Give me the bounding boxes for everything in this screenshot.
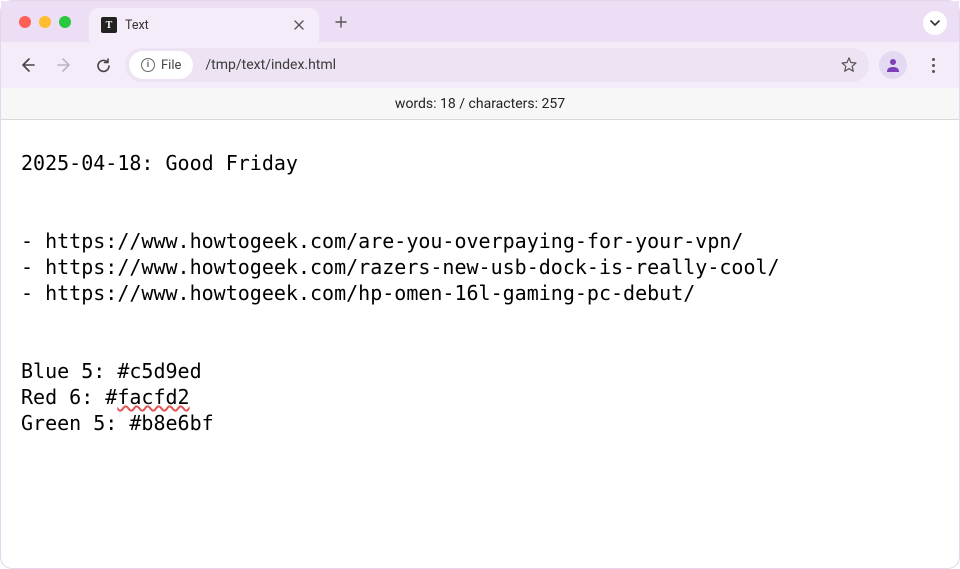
words-value: 18 bbox=[440, 96, 456, 112]
words-label: words: bbox=[395, 96, 437, 112]
bookmark-button[interactable] bbox=[833, 49, 865, 81]
window-close-button[interactable] bbox=[19, 16, 31, 28]
dot-icon bbox=[932, 58, 935, 61]
address-bar[interactable]: i File /tmp/text/index.html bbox=[125, 48, 869, 82]
doc-heading: 2025-04-18: Good Friday bbox=[21, 151, 298, 175]
reload-icon bbox=[95, 57, 112, 74]
tab-close-button[interactable] bbox=[291, 17, 307, 33]
reload-button[interactable] bbox=[87, 49, 119, 81]
new-tab-button[interactable] bbox=[327, 8, 355, 36]
close-icon bbox=[294, 20, 304, 30]
menu-button[interactable] bbox=[917, 49, 949, 81]
scheme-label: File bbox=[161, 58, 181, 73]
doc-link-line: - https://www.howtogeek.com/are-you-over… bbox=[21, 229, 743, 253]
tab-strip: T Text bbox=[1, 1, 959, 42]
browser-chrome: T Text i File /tmp/text/index.htm bbox=[1, 1, 959, 88]
doc-color-line: Red 6: #facfd2 bbox=[21, 385, 190, 409]
arrow-left-icon bbox=[18, 56, 36, 74]
toolbar: i File /tmp/text/index.html bbox=[1, 42, 959, 88]
tab-favicon-icon: T bbox=[101, 17, 117, 33]
traffic-lights bbox=[9, 1, 89, 42]
doc-color-line: Green 5: #b8e6bf bbox=[21, 411, 214, 435]
dot-icon bbox=[932, 64, 935, 67]
chars-label: characters: bbox=[469, 96, 538, 112]
forward-button[interactable] bbox=[49, 49, 81, 81]
profile-button[interactable] bbox=[879, 51, 907, 79]
window-maximize-button[interactable] bbox=[59, 16, 71, 28]
site-info-chip[interactable]: i File bbox=[129, 51, 193, 79]
chars-value: 257 bbox=[541, 96, 565, 112]
document-content[interactable]: 2025-04-18: Good Friday - https://www.ho… bbox=[1, 120, 959, 466]
window-minimize-button[interactable] bbox=[39, 16, 51, 28]
doc-color-line: Blue 5: #c5d9ed bbox=[21, 359, 202, 383]
window-dropdown-button[interactable] bbox=[923, 11, 947, 35]
dot-icon bbox=[932, 70, 935, 73]
arrow-right-icon bbox=[56, 56, 74, 74]
back-button[interactable] bbox=[11, 49, 43, 81]
status-separator: / bbox=[459, 96, 465, 112]
profile-icon bbox=[885, 57, 901, 73]
star-icon bbox=[840, 56, 858, 74]
plus-icon bbox=[335, 16, 347, 28]
spellcheck-error: facfd2 bbox=[117, 385, 189, 409]
info-icon: i bbox=[141, 58, 155, 72]
tab-title: Text bbox=[125, 18, 283, 33]
status-bar: words: 18 / characters: 257 bbox=[1, 88, 959, 120]
chevron-down-icon bbox=[930, 20, 940, 26]
address-url: /tmp/text/index.html bbox=[195, 57, 831, 73]
doc-link-line: - https://www.howtogeek.com/razers-new-u… bbox=[21, 255, 780, 279]
browser-tab[interactable]: T Text bbox=[89, 8, 319, 42]
doc-link-line: - https://www.howtogeek.com/hp-omen-16l-… bbox=[21, 281, 695, 305]
